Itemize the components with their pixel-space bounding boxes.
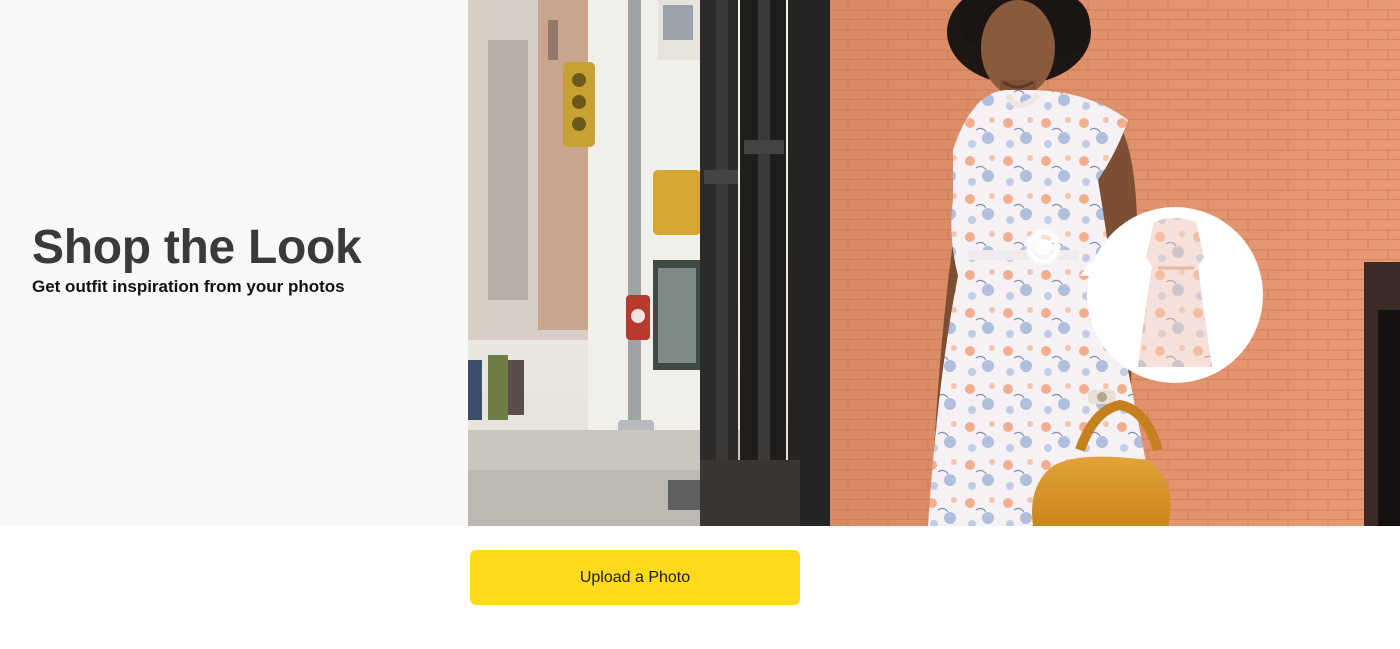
street-fashion-photo xyxy=(468,0,1400,526)
page-subtitle: Get outfit inspiration from your photos xyxy=(32,277,345,296)
hero-banner: Shop the Look Get outfit inspiration fro… xyxy=(0,0,1400,526)
upload-section: Upload a Photo xyxy=(0,526,1400,649)
product-hotspot-icon[interactable] xyxy=(1025,229,1061,265)
page-title: Shop the Look xyxy=(32,221,362,274)
hero-text-block: Shop the Look Get outfit inspiration fro… xyxy=(32,221,452,298)
upload-photo-button[interactable]: Upload a Photo xyxy=(470,550,800,605)
